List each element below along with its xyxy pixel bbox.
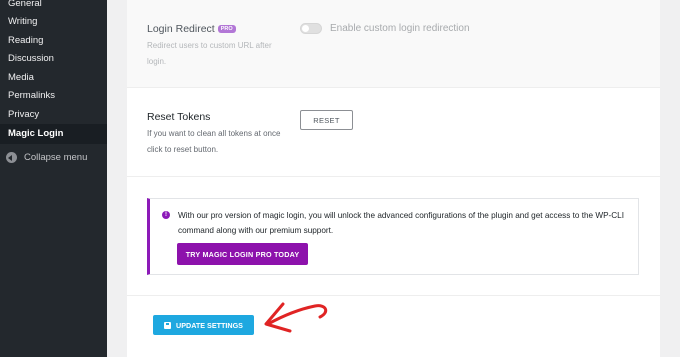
collapse-menu-label: Collapse menu (24, 152, 88, 163)
login-redirect-toggle[interactable] (300, 23, 322, 34)
pro-badge: PRO (217, 25, 236, 33)
sidebar-item-reading[interactable]: Reading (8, 35, 43, 46)
reset-button[interactable]: RESET (300, 110, 353, 130)
collapse-menu-button[interactable]: Collapse menu (6, 152, 87, 163)
reset-tokens-label: Reset Tokens (147, 111, 211, 123)
login-redirect-title: Login Redirect (147, 23, 215, 35)
login-redirect-label: Login Redirect PRO (147, 23, 236, 35)
footer-divider (127, 295, 660, 296)
sidebar-item-permalinks[interactable]: Permalinks (8, 90, 55, 101)
admin-sidebar: General Writing Reading Discussion Media… (0, 0, 107, 357)
update-settings-label: UPDATE SETTINGS (176, 320, 243, 330)
sidebar-item-media[interactable]: Media (8, 72, 34, 83)
sidebar-item-general[interactable]: General (8, 0, 42, 9)
info-icon: ! (162, 211, 170, 219)
update-settings-button[interactable]: UPDATE SETTINGS (153, 315, 254, 335)
login-redirect-toggle-label: Enable custom login redirection (330, 23, 470, 34)
login-redirect-row: Login Redirect PRO Redirect users to cust… (127, 0, 660, 88)
try-pro-button[interactable]: TRY MAGIC LOGIN PRO TODAY (177, 243, 308, 265)
pro-upgrade-notice: ! With our pro version of magic login, y… (147, 198, 639, 275)
sidebar-item-magic-login[interactable]: Magic Login (8, 128, 63, 139)
notice-text: With our pro version of magic login, you… (178, 211, 625, 235)
login-redirect-description: Redirect users to custom URL after login… (147, 41, 272, 66)
collapse-arrow-icon (6, 152, 17, 163)
reset-tokens-description: If you want to clean all tokens at once … (147, 129, 281, 154)
sidebar-item-writing[interactable]: Writing (8, 16, 37, 27)
settings-panel: Login Redirect PRO Redirect users to cust… (127, 0, 660, 357)
sidebar-item-privacy[interactable]: Privacy (8, 109, 39, 120)
save-icon (164, 321, 172, 329)
sidebar-item-discussion[interactable]: Discussion (8, 53, 54, 64)
section-divider (127, 176, 660, 177)
